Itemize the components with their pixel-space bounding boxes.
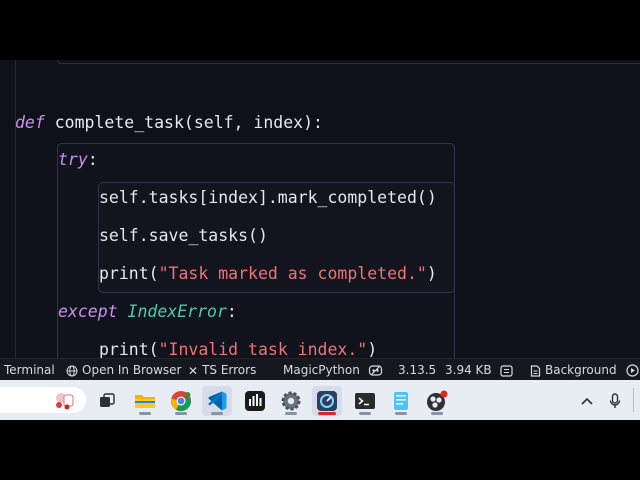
letterbox-bar	[0, 420, 640, 480]
copilot-item[interactable]	[368, 359, 387, 381]
globe-icon	[66, 365, 78, 376]
file-size-item: 3.94 KB	[445, 363, 492, 377]
taskbar-terminal[interactable]	[350, 386, 380, 416]
indent-guide	[15, 60, 16, 358]
running-indicator	[318, 412, 336, 415]
keyword-except: except	[58, 302, 118, 321]
string-literal: "Invalid task index."	[158, 340, 368, 358]
obs-icon	[427, 390, 448, 411]
screen: def complete_task(self, index): try: sel…	[0, 0, 640, 480]
open-in-browser-label: Open In Browser	[82, 363, 182, 377]
microphone-button[interactable]	[602, 386, 628, 416]
function-params: (self, index):	[183, 113, 323, 132]
vscode-icon	[208, 391, 227, 411]
audio-wave-icon	[245, 391, 265, 411]
code-line-mark-completed[interactable]: self.tasks[index].mark_completed()	[99, 184, 437, 212]
gauge-icon	[317, 391, 337, 411]
code-line-def[interactable]: def complete_task(self, index):	[15, 109, 323, 137]
keyword-def: def	[15, 113, 45, 132]
code-text: self.tasks[index].mark_completed()	[99, 188, 437, 207]
chrome-icon	[170, 391, 191, 412]
running-indicator	[211, 412, 223, 415]
taskbar-monitor-app[interactable]	[312, 386, 342, 416]
chevron-up-icon	[581, 397, 593, 405]
gear-icon	[281, 391, 301, 411]
code-line-except[interactable]: except IndexError:	[58, 298, 237, 326]
code-text: print(	[99, 264, 159, 283]
background-item[interactable]: Background	[530, 359, 617, 381]
task-view-icon	[100, 393, 115, 407]
previous-block-outline	[57, 60, 640, 64]
search-highlight-icon	[56, 393, 74, 410]
layout-icon	[500, 364, 513, 377]
code-text: )	[367, 340, 378, 358]
string-literal: "Task marked as completed."	[158, 264, 427, 283]
taskbar-file-explorer[interactable]	[130, 386, 160, 416]
background-label: Background	[545, 363, 617, 377]
document-icon	[530, 364, 541, 377]
running-indicator	[431, 412, 443, 415]
ts-errors-label: TS Errors	[202, 363, 257, 377]
function-name: complete_task	[54, 113, 184, 132]
taskbar-settings[interactable]	[276, 386, 306, 416]
close-icon: ✕	[188, 363, 199, 378]
try-colon: :	[87, 150, 98, 169]
code-line-print-completed[interactable]: print("Task marked as completed.")	[99, 260, 437, 288]
running-indicator	[395, 412, 407, 415]
terminal-icon	[355, 393, 375, 409]
show-desktop-edge[interactable]	[633, 388, 640, 412]
notepad-icon	[394, 392, 408, 410]
code-line-save-tasks[interactable]: self.save_tasks()	[99, 222, 268, 250]
play-circle-icon	[626, 364, 639, 377]
running-indicator	[285, 412, 297, 415]
copilot-icon	[368, 365, 383, 376]
exception-class: IndexError	[127, 302, 227, 321]
ts-errors-item[interactable]: ✕ TS Errors	[188, 359, 256, 381]
task-view-button[interactable]	[92, 386, 122, 416]
running-indicator	[139, 412, 151, 415]
taskbar-obs[interactable]	[422, 386, 452, 416]
microphone-icon	[609, 393, 621, 408]
keyword-try: try	[58, 150, 88, 169]
language-mode-item[interactable]: MagicPython	[283, 359, 360, 381]
taskbar-vscode[interactable]	[202, 386, 232, 416]
windows-taskbar	[0, 380, 640, 420]
code-text: )	[426, 264, 437, 283]
play-item[interactable]	[626, 359, 639, 381]
folder-icon	[135, 395, 155, 408]
taskbar-search-box[interactable]	[0, 387, 86, 413]
running-indicator	[359, 412, 371, 415]
code-line-try[interactable]: try:	[58, 146, 98, 174]
open-in-browser-item[interactable]: Open In Browser	[66, 359, 181, 381]
status-bar: Terminal Open In Browser ✕ TS Errors Magi…	[0, 358, 640, 380]
terminal-status-item[interactable]: Terminal	[4, 359, 55, 381]
layout-item[interactable]	[500, 359, 517, 381]
code-line-print-invalid[interactable]: print("Invalid task index.")	[99, 336, 377, 358]
code-editor[interactable]: def complete_task(self, index): try: sel…	[0, 60, 640, 358]
taskbar-chrome[interactable]	[166, 386, 196, 416]
taskbar-notepad[interactable]	[386, 386, 416, 416]
running-indicator	[175, 412, 187, 415]
taskbar-audio-app[interactable]	[240, 386, 270, 416]
show-hidden-icons-button[interactable]	[574, 386, 600, 416]
code-text: print(	[99, 340, 159, 358]
code-text: self.save_tasks()	[99, 226, 268, 245]
except-colon: :	[226, 302, 237, 321]
python-version-item[interactable]: 3.13.5	[398, 359, 436, 381]
